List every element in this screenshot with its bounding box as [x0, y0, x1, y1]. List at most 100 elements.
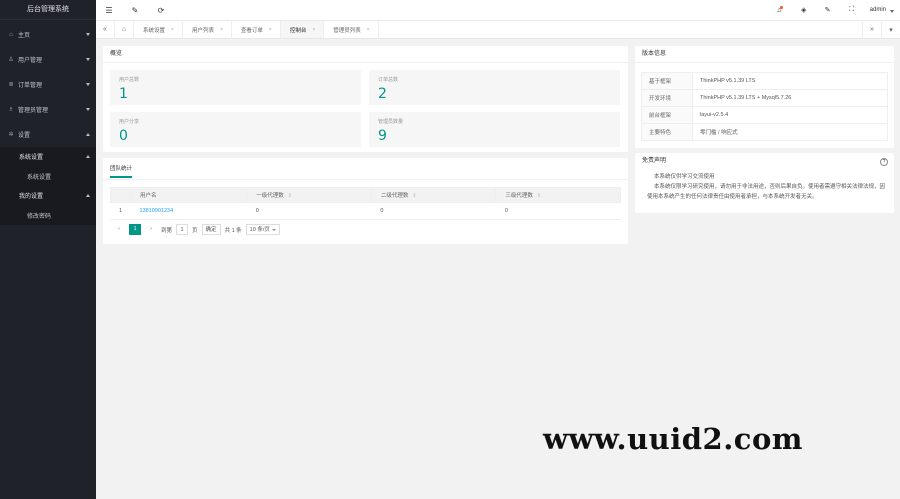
sidebar-item-label: 管理员管理: [18, 108, 49, 114]
version-value: ThinkPHP v5.1.39 LTS + Mysql5.7.26: [692, 89, 888, 107]
sort-icon[interactable]: ⇕: [537, 193, 541, 199]
page-number-input[interactable]: 1: [176, 224, 189, 235]
note-icon[interactable]: ◈: [792, 6, 816, 14]
row-level2: 0: [371, 202, 496, 220]
version-value: layui-v2.5.4: [692, 106, 888, 124]
row-index: 1: [110, 202, 131, 220]
stat-value: 9: [378, 128, 387, 144]
column-label: 三级代理数: [505, 193, 533, 199]
sidebar-item-users[interactable]: ♙ 用户管理: [0, 47, 96, 72]
refresh-icon[interactable]: ⟳: [148, 6, 174, 15]
order-icon: ≣: [8, 82, 14, 88]
user-icon: ♙: [8, 57, 14, 63]
version-card: 版本信息 基于框架 ThinkPHP v5.1.39 LTS 开发环境 ThinkP…: [635, 46, 894, 148]
app-title: 后台管理系统: [0, 0, 96, 20]
chevron-up-icon: [86, 193, 90, 197]
notice-card: 免责声明 ? 本系统仅供学习交流使用 本系统仅限学习研究使用，请勿用于非法用途，…: [635, 153, 894, 213]
per-page-select[interactable]: 10 条/页: [245, 224, 280, 235]
menu-toggle-icon[interactable]: ☰: [96, 6, 122, 15]
submenu-head-label: 系统设置: [19, 155, 44, 161]
table-row: 1 13810901234 0 0 0: [110, 202, 621, 220]
stat-admin-count: 管理员数量 9: [369, 112, 620, 147]
close-icon[interactable]: ×: [220, 27, 223, 33]
column-header-username[interactable]: 用户名: [129, 187, 248, 203]
row-username: 13810901234: [130, 202, 247, 220]
username-link[interactable]: 13810901234: [140, 208, 174, 214]
next-page-button[interactable]: ›: [145, 224, 157, 235]
page-unit-label: 页: [192, 227, 198, 234]
sidebar-item-settings[interactable]: ✲ 设置: [0, 122, 96, 147]
help-icon[interactable]: ?: [880, 158, 888, 166]
sidebar-nav: ⌂ 主页 ♙ 用户管理 ≣ 订单管理 ♗ 管理员管理 ✲ 设置 系统设置 系统设…: [0, 22, 96, 225]
version-value: ThinkPHP v5.1.39 LTS: [692, 72, 888, 90]
tab-console[interactable]: 控制台 ×: [280, 21, 325, 38]
column-header-level3[interactable]: 三级代理数 ⇕: [495, 187, 621, 203]
column-header-level1[interactable]: 一级代理数 ⇕: [246, 187, 372, 203]
team-tabline: 团队统计: [103, 158, 628, 180]
home-icon: ⌂: [9, 31, 13, 38]
table-header-row: 用户名 一级代理数 ⇕ 二级代理数 ⇕ 三级代理数 ⇕: [110, 187, 621, 203]
column-header-index: [110, 187, 131, 203]
close-icon[interactable]: ×: [367, 27, 370, 33]
submenu-leaf-change-password[interactable]: 修改密码: [0, 205, 96, 225]
close-icon[interactable]: ×: [171, 27, 174, 33]
tab-admin-list[interactable]: 管理员列表 ×: [324, 21, 379, 38]
tabs-more-button[interactable]: ▾: [881, 21, 900, 38]
submenu-my-settings[interactable]: 我的设置: [0, 186, 96, 205]
chevron-up-icon: [86, 132, 90, 136]
notice-line: 本系统仅限学习研究使用，请勿用于非法用途，否则后果自负。使用者需遵守相关法律法规…: [647, 184, 886, 200]
theme-icon[interactable]: ✎: [816, 6, 840, 14]
version-table: 基于框架 ThinkPHP v5.1.39 LTS 开发环境 ThinkPHP v5…: [641, 72, 888, 141]
table-row: 主要特色 零门槛 / 响应式: [641, 123, 888, 141]
chevron-down-icon: [86, 107, 90, 111]
current-page: 1: [129, 224, 141, 235]
column-label: 用户名: [140, 193, 157, 199]
sort-icon[interactable]: ⇕: [412, 193, 416, 199]
column-header-level2[interactable]: 二级代理数 ⇕: [370, 187, 497, 203]
tab-bar: « ⌂ 系统设置 × 用户列表 × 查看订单 × 控制台 × 管理员列表 × » ▾: [96, 21, 900, 39]
tabs-next-button[interactable]: »: [862, 21, 881, 38]
sidebar-item-admins[interactable]: ♗ 管理员管理: [0, 97, 96, 122]
close-icon[interactable]: ×: [312, 27, 315, 33]
sidebar-item-label: 订单管理: [18, 83, 43, 89]
tab-view-orders[interactable]: 查看订单 ×: [232, 21, 281, 38]
team-stats-tab[interactable]: 团队统计: [110, 164, 133, 178]
settings-submenu: 系统设置 系统设置 我的设置 修改密码: [0, 147, 96, 225]
notice-title: 免责声明 ?: [635, 153, 894, 170]
version-title: 版本信息: [635, 46, 894, 63]
submenu-system-settings[interactable]: 系统设置: [0, 147, 96, 166]
notification-icon[interactable]: ♫: [768, 5, 792, 14]
row-level1: 0: [246, 202, 372, 220]
version-key: 开发环境: [641, 89, 693, 107]
stat-label: 用户分享: [119, 119, 140, 125]
user-menu[interactable]: admin: [864, 7, 900, 13]
sidebar-item-orders[interactable]: ≣ 订单管理: [0, 72, 96, 97]
version-key: 前台框架: [641, 106, 693, 124]
skin-icon[interactable]: ✎: [122, 6, 148, 15]
table-row: 基于框架 ThinkPHP v5.1.39 LTS: [641, 72, 888, 90]
table-row: 开发环境 ThinkPHP v5.1.39 LTS + Mysql5.7.26: [641, 89, 888, 107]
close-icon[interactable]: ×: [269, 27, 272, 33]
goto-confirm-button[interactable]: 确定: [201, 224, 221, 235]
stat-label: 管理员数量: [378, 119, 404, 125]
version-key: 主要特色: [641, 123, 693, 141]
settings-icon: ✲: [8, 132, 14, 138]
column-label: 二级代理数: [380, 193, 409, 199]
stat-value: 2: [378, 86, 387, 102]
sort-icon[interactable]: ⇕: [288, 193, 292, 199]
total-count: 共 1 条: [224, 227, 242, 234]
submenu-leaf-system-settings[interactable]: 系统设置: [0, 166, 96, 186]
tabs-prev-button[interactable]: «: [96, 21, 115, 38]
stat-user-shares: 用户分享 0: [110, 112, 361, 147]
stat-value: 0: [119, 128, 128, 144]
admin-icon: ♗: [8, 107, 14, 113]
chevron-down-icon: [86, 82, 90, 86]
tab-system-settings[interactable]: 系统设置 ×: [134, 21, 183, 38]
home-tab-icon[interactable]: ⌂: [115, 21, 134, 38]
sidebar: 后台管理系统 ⌂ 主页 ♙ 用户管理 ≣ 订单管理 ♗ 管理员管理 ✲ 设置 系…: [0, 0, 96, 499]
stat-value: 1: [119, 86, 128, 102]
fullscreen-icon[interactable]: ⛶: [840, 6, 864, 14]
sidebar-item-home[interactable]: ⌂ 主页: [0, 22, 96, 47]
tab-user-list[interactable]: 用户列表 ×: [183, 21, 232, 38]
prev-page-button[interactable]: ‹: [113, 224, 125, 235]
